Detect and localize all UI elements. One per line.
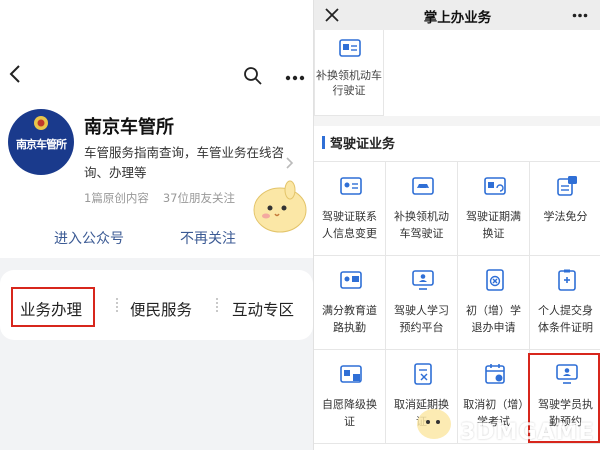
service-card[interactable]: 驾驶证期满换证 [458, 162, 530, 256]
page-title: 掌上办业务 [423, 10, 492, 26]
service-card[interactable]: 学法免分 [530, 162, 600, 256]
service-card[interactable]: 补换领机动车驾驶证 [386, 162, 458, 256]
section-accent-bar [322, 136, 325, 149]
avatar: 南京车管所 [8, 109, 74, 175]
license-renew-icon [484, 177, 506, 195]
back-arrow-icon[interactable] [6, 62, 26, 86]
service-label: 补换领机动车驾驶证 [394, 210, 449, 240]
mascot-chick-icon [253, 180, 307, 233]
downgrade-card-icon [340, 365, 362, 383]
study-badge-icon [557, 176, 577, 196]
menu-divider [116, 298, 118, 314]
account-description: 车管服务指南查询，车管业务在线咨询、办理等 [84, 145, 285, 180]
highlight-box [11, 287, 95, 327]
service-label: 学法免分 [543, 210, 588, 223]
service-card-vehicle-license[interactable]: 补换领机动车行驶证 [314, 30, 384, 116]
service-card[interactable]: 自愿降级换证 [314, 350, 386, 444]
service-grid: 驾驶证联系人信息变更 补换领机动车驾驶证 驾驶证期满换证 学法免分 满分教育道路… [314, 161, 600, 444]
service-card[interactable]: 驾驶人学习预约平台 [386, 256, 458, 350]
enter-account-button[interactable]: 进入公众号 [54, 228, 124, 248]
service-label: 驾驶证联系人信息变更 [322, 210, 377, 240]
service-card[interactable]: 个人提交身体条件证明 [530, 256, 600, 350]
cancel-doc-icon [486, 269, 504, 291]
chevron-right-icon[interactable] [284, 156, 294, 170]
watermark: 3DMGAME [460, 420, 595, 445]
service-label: 驾驶人学习预约平台 [394, 304, 449, 334]
watermark-logo-icon [417, 409, 451, 439]
section-title: 驾驶证业务 [330, 137, 396, 152]
service-label: 初（增）学退办申请 [466, 304, 521, 334]
car-card-icon [412, 177, 434, 195]
more-options-icon[interactable] [285, 75, 305, 81]
service-card[interactable]: 驾驶证联系人信息变更 [314, 162, 386, 256]
service-label: 满分教育道路执勤 [322, 304, 377, 334]
avatar-text: 南京车管所 [16, 138, 67, 151]
search-icon[interactable] [243, 66, 263, 86]
id-card-icon [340, 177, 362, 195]
service-card[interactable]: 满分教育道路执勤 [314, 256, 386, 350]
follower-count: 37位朋友关注 [162, 191, 235, 205]
article-count: 1篇原创内容 [84, 191, 149, 205]
section-gap [314, 116, 600, 126]
service-label: 个人提交身体条件证明 [538, 304, 593, 334]
service-card[interactable]: 初（增）学退办申请 [458, 256, 530, 350]
service-label: 自愿降级换证 [322, 398, 377, 428]
menu-item-interaction[interactable]: 互动专区 [232, 298, 294, 320]
account-meta: 1篇原创内容 37位朋友关注 [84, 190, 249, 206]
account-name: 南京车管所 [84, 117, 174, 138]
service-label: 驾驶证期满换证 [466, 210, 521, 240]
cancel-extension-icon [414, 363, 432, 385]
monitor-person-icon [412, 270, 434, 290]
mini-program-panel: 掌上办业务 补换领机动车行驶证 驾驶证业务 驾驶证联系人信息变更 补换领机动车驾… [313, 0, 600, 450]
more-options-icon[interactable] [572, 13, 588, 18]
nav-bar: 掌上办业务 [314, 0, 600, 30]
menu-item-convenience[interactable]: 便民服务 [130, 298, 192, 320]
full-score-icon [340, 271, 362, 289]
menu-divider [216, 298, 218, 314]
vehicle-license-icon [339, 39, 361, 57]
calendar-cancel-icon [485, 364, 505, 384]
wechat-account-panel: 南京车管所 南京车管所 车管服务指南查询，车管业务在线咨询、办理等 1篇原创内容… [0, 0, 313, 450]
unfollow-button[interactable]: 不再关注 [180, 228, 236, 248]
medical-form-icon [558, 269, 576, 291]
service-label: 补换领机动车行驶证 [316, 69, 382, 97]
